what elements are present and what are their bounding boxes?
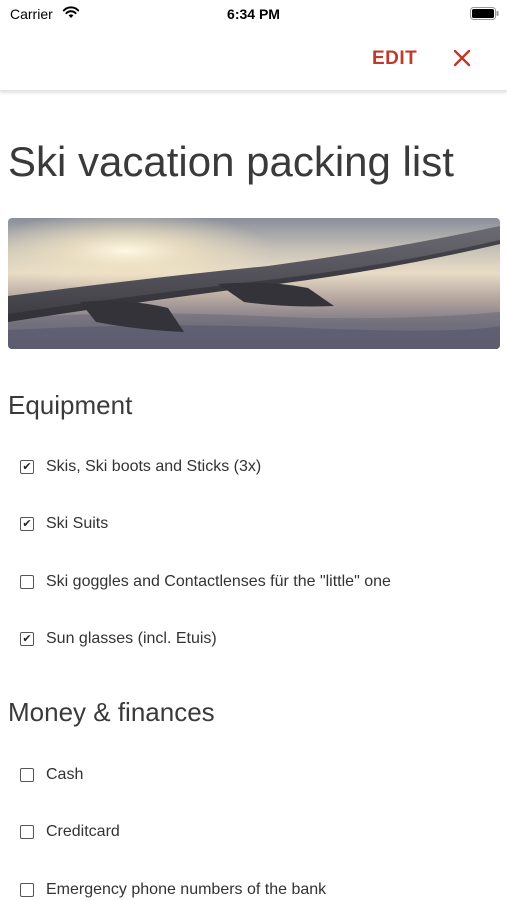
list-item[interactable]: ✔ Sun glasses (incl. Etuis): [20, 627, 217, 651]
cover-image: [8, 218, 500, 349]
checkbox-checked[interactable]: ✔: [20, 632, 34, 646]
checkbox-unchecked[interactable]: [20, 883, 34, 897]
screen: Carrier 6:34 PM EDIT Ski vacation packin…: [0, 0, 507, 900]
item-label: Creditcard: [46, 823, 120, 840]
clock: 6:34 PM: [227, 6, 280, 22]
checkbox-unchecked[interactable]: [20, 768, 34, 782]
list-item[interactable]: ✔ Skis, Ski boots and Sticks (3x): [20, 455, 261, 479]
checkbox-checked[interactable]: ✔: [20, 517, 34, 531]
checkbox-unchecked[interactable]: [20, 575, 34, 589]
item-label: Skis, Ski boots and Sticks (3x): [46, 458, 262, 475]
nav-bar: EDIT: [0, 30, 507, 91]
list-item[interactable]: Cash: [20, 763, 83, 787]
section-heading-money: Money & finances: [8, 697, 215, 727]
status-bar: Carrier 6:34 PM: [0, 0, 507, 30]
close-icon[interactable]: [450, 46, 474, 70]
item-label: Ski Suits: [46, 515, 109, 532]
item-label: Ski goggles and Contactlenses für the "l…: [46, 573, 391, 590]
battery-icon: [470, 7, 499, 20]
checkbox-unchecked[interactable]: [20, 825, 34, 839]
page-title: Ski vacation packing list: [8, 138, 454, 185]
item-label: Emergency phone numbers of the bank: [46, 881, 327, 898]
section-heading-equipment: Equipment: [8, 390, 133, 420]
list-item[interactable]: Ski goggles and Contactlenses für the "l…: [20, 570, 391, 594]
item-label: Sun glasses (incl. Etuis): [46, 630, 217, 647]
item-label: Cash: [46, 766, 84, 783]
list-item[interactable]: Creditcard: [20, 820, 120, 844]
list-item[interactable]: Emergency phone numbers of the bank: [20, 878, 326, 900]
list-item[interactable]: ✔ Ski Suits: [20, 512, 108, 536]
edit-button[interactable]: EDIT: [372, 48, 417, 70]
checkbox-checked[interactable]: ✔: [20, 460, 34, 474]
